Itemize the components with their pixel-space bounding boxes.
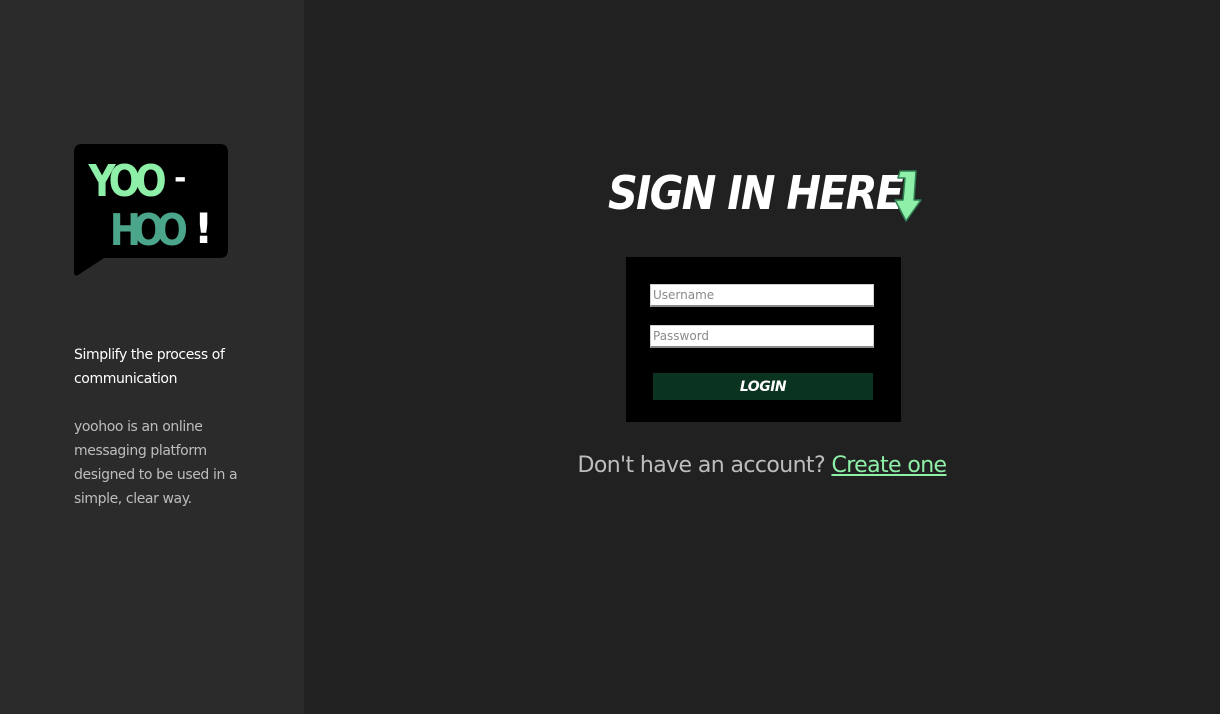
login-button[interactable]: LOGIN: [653, 373, 873, 400]
app-root: YOO - HOO ! Simplify the process of comm…: [0, 0, 1220, 714]
logo-text-yoo: YOO: [88, 155, 167, 207]
signup-prompt-text: Don't have an account?: [577, 453, 826, 478]
logo-text-exclaim: !: [194, 204, 213, 253]
yoohoo-logo: YOO - HOO !: [74, 144, 228, 276]
tagline: Simplify the process of communication: [74, 347, 225, 387]
app-description: yoohoo is an online messaging platform d…: [74, 419, 238, 507]
heading-wrap: SIGN IN HERE: [608, 166, 926, 224]
login-form: LOGIN: [626, 257, 901, 422]
signup-prompt-line: Don't have an account? Create one: [304, 448, 1220, 484]
username-input[interactable]: [650, 284, 874, 307]
page-title: SIGN IN HERE: [608, 166, 904, 220]
logo-text-hoo: HOO: [110, 204, 188, 256]
sidebar: YOO - HOO ! Simplify the process of comm…: [0, 0, 304, 714]
logo-text-dash: -: [174, 161, 186, 196]
arrow-down-icon: [894, 170, 922, 222]
main-content: SIGN IN HERE LOGIN Don't have an account…: [304, 0, 1220, 714]
password-input[interactable]: [650, 325, 874, 348]
speech-bubble-logo-icon: YOO - HOO !: [74, 144, 228, 276]
create-account-link[interactable]: Create one: [831, 453, 947, 478]
